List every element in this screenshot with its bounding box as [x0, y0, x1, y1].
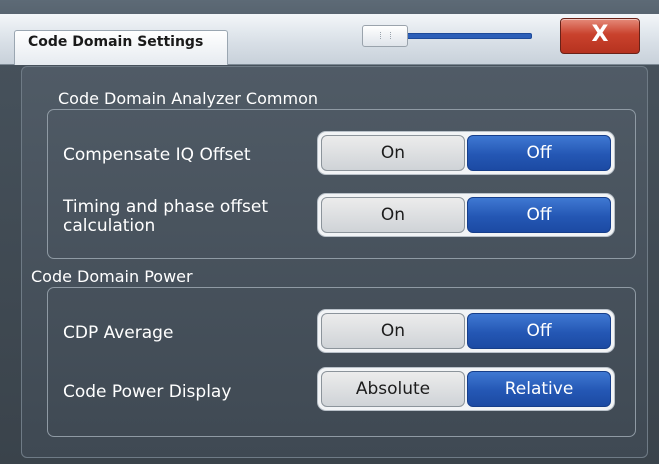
toggle-compensate-iq-offset: On Off: [317, 131, 615, 175]
transparency-slider-thumb[interactable]: [362, 25, 408, 47]
close-button[interactable]: X: [560, 18, 640, 54]
cdp-average-on-button[interactable]: On: [321, 313, 465, 349]
code-power-display-absolute-button[interactable]: Absolute: [321, 371, 465, 407]
compensate-iq-offset-on-button[interactable]: On: [321, 135, 465, 171]
transparency-slider-track[interactable]: [404, 33, 532, 39]
label-cdp-average: CDP Average: [63, 323, 174, 343]
dialog-title: Code Domain Settings: [28, 34, 204, 50]
group-code-domain-power: CDP Average On Off Code Power Display Ab…: [47, 287, 636, 437]
toggle-timing-phase-offset: On Off: [317, 193, 615, 237]
label-timing-phase-offset: Timing and phase offset calculation: [63, 197, 269, 236]
dialog-body: Code Domain Analyzer Common Compensate I…: [21, 66, 648, 458]
toggle-code-power-display: Absolute Relative: [317, 367, 615, 411]
label-code-power-display: Code Power Display: [63, 382, 232, 402]
timing-phase-offset-off-button[interactable]: Off: [467, 197, 611, 233]
timing-phase-offset-on-button[interactable]: On: [321, 197, 465, 233]
group-label-code-domain-power: Code Domain Power: [31, 267, 193, 286]
group-code-domain-analyzer-common: Compensate IQ Offset On Off Timing and p…: [47, 109, 636, 259]
compensate-iq-offset-off-button[interactable]: Off: [467, 135, 611, 171]
close-icon: X: [591, 22, 609, 47]
toggle-cdp-average: On Off: [317, 309, 615, 353]
code-power-display-relative-button[interactable]: Relative: [467, 371, 611, 407]
cdp-average-off-button[interactable]: Off: [467, 313, 611, 349]
group-label-code-domain-analyzer-common: Code Domain Analyzer Common: [58, 89, 318, 108]
label-compensate-iq-offset: Compensate IQ Offset: [63, 145, 251, 165]
